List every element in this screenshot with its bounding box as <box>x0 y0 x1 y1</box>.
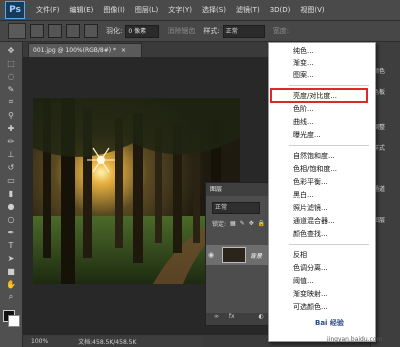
pen-tool-icon[interactable]: ✒ <box>4 227 18 237</box>
history-brush-icon[interactable]: ↺ <box>4 162 18 172</box>
menu-item-gradient[interactable]: 渐变... <box>269 57 375 69</box>
menu-item-color-lookup[interactable]: 颜色查找... <box>269 228 375 240</box>
move-tool-icon[interactable]: ✥ <box>4 45 18 55</box>
color-swatches[interactable] <box>0 308 22 330</box>
quick-select-tool-icon[interactable]: ✎ <box>4 84 18 94</box>
marquee-tool-icon[interactable]: ⬚ <box>4 58 18 68</box>
new-adjustment-layer-icon[interactable]: ◐ <box>259 313 264 320</box>
menu-3d[interactable]: 3D(D) <box>265 6 296 14</box>
link-layers-icon[interactable]: ∞ <box>214 313 219 320</box>
menu-item-vibrance[interactable]: 自然饱和度... <box>269 150 375 162</box>
healing-tool-icon[interactable]: ✚ <box>4 123 18 133</box>
blur-tool-icon[interactable]: ● <box>4 201 18 211</box>
menu-type[interactable]: 文字(Y) <box>163 5 197 15</box>
options-bar: 羽化: 0 像素 消除锯齿 样式: 正常 宽度: <box>0 21 400 42</box>
style-label: 样式: <box>203 27 220 35</box>
menu-item-channel-mixer[interactable]: 通道混合器... <box>269 215 375 227</box>
menu-item-color-balance[interactable]: 色彩平衡... <box>269 176 375 188</box>
lock-move-icon[interactable]: ✥ <box>249 220 254 227</box>
menu-item-hue-saturation[interactable]: 色相/饱和度... <box>269 163 375 175</box>
close-tab-icon[interactable]: × <box>121 47 126 54</box>
layer-name: 背景 <box>250 252 263 260</box>
crop-tool-icon[interactable]: ⌗ <box>4 97 18 107</box>
menu-separator <box>289 85 369 86</box>
menu-separator <box>289 244 369 245</box>
hand-tool-icon[interactable]: ✋ <box>4 279 18 289</box>
new-selection-icon[interactable] <box>30 24 44 38</box>
adjustment-layer-menu: 纯色... 渐变... 图案... 亮度/对比度... 色阶... 曲线... … <box>268 42 376 342</box>
intersect-selection-icon[interactable] <box>84 24 98 38</box>
status-bar: 100% 文档:458.5K/458.5K <box>23 336 203 347</box>
add-selection-icon[interactable] <box>48 24 62 38</box>
menu-item-pattern[interactable]: 图案... <box>269 69 375 81</box>
watermark-url: jingyan.baidu.com <box>327 336 383 343</box>
dodge-tool-icon[interactable]: ○ <box>4 214 18 224</box>
watermark-logo: Bai 经验 <box>315 319 344 327</box>
subtract-selection-icon[interactable] <box>66 24 80 38</box>
menu-item-solid-color[interactable]: 纯色... <box>269 45 375 57</box>
menu-image[interactable]: 图像(I) <box>98 5 130 15</box>
menu-item-photo-filter[interactable]: 照片滤镜... <box>269 202 375 214</box>
eye-icon[interactable]: ◉ <box>206 251 216 259</box>
lasso-tool-icon[interactable]: ◌ <box>4 71 18 81</box>
tool-preset-button[interactable] <box>8 23 26 39</box>
menu-item-posterize[interactable]: 色调分离... <box>269 262 375 274</box>
menu-item-levels[interactable]: 色阶... <box>269 103 375 115</box>
document-title: 001.jpg @ 100%(RGB/8#) * <box>33 47 117 54</box>
style-select[interactable]: 正常 <box>222 24 265 38</box>
lock-all-icon[interactable]: 🔒 <box>258 220 265 227</box>
photoshop-logo: Ps <box>5 1 25 19</box>
menu-select[interactable]: 选择(S) <box>197 5 231 15</box>
antialias-checkbox[interactable]: 消除锯齿 <box>167 26 195 36</box>
fx-icon[interactable]: fx <box>229 313 235 320</box>
menu-separator <box>289 145 369 146</box>
stamp-tool-icon[interactable]: ⊥ <box>4 149 18 159</box>
menu-item-curves[interactable]: 曲线... <box>269 116 375 128</box>
feather-label: 羽化: <box>106 27 123 35</box>
zoom-tool-icon[interactable]: ⌕ <box>4 292 18 302</box>
menu-filter[interactable]: 滤镜(T) <box>231 5 265 15</box>
shape-tool-icon[interactable]: ■ <box>4 266 18 276</box>
toolbox: ✥ ⬚ ◌ ✎ ⌗ ⚲ ✚ ✏ ⊥ ↺ ▭ ▮ ● ○ ✒ T ➤ ■ ✋ ⌕ <box>0 42 23 347</box>
eyedropper-tool-icon[interactable]: ⚲ <box>4 110 18 120</box>
eraser-tool-icon[interactable]: ▭ <box>4 175 18 185</box>
feather-input[interactable]: 0 像素 <box>125 24 160 38</box>
menu-item-invert[interactable]: 反相 <box>269 249 375 261</box>
gradient-tool-icon[interactable]: ▮ <box>4 188 18 198</box>
menu-bar: Ps 文件(F) 编辑(E) 图像(I) 图层(L) 文字(Y) 选择(S) 滤… <box>0 0 400 21</box>
menu-item-gradient-map[interactable]: 渐变映射... <box>269 288 375 300</box>
menu-edit[interactable]: 编辑(E) <box>65 5 99 15</box>
menu-item-selective-color[interactable]: 可选颜色... <box>269 301 375 313</box>
brush-tool-icon[interactable]: ✏ <box>4 136 18 146</box>
background-color-swatch[interactable] <box>8 315 20 327</box>
menu-file[interactable]: 文件(F) <box>31 5 65 15</box>
highlight-box <box>270 88 368 103</box>
path-select-tool-icon[interactable]: ➤ <box>4 253 18 263</box>
blend-mode-select[interactable]: 正常 <box>212 202 260 214</box>
lock-label: 锁定: <box>212 221 227 228</box>
type-tool-icon[interactable]: T <box>4 240 18 250</box>
menu-item-exposure[interactable]: 曝光度... <box>269 129 375 141</box>
menu-item-threshold[interactable]: 阈值... <box>269 275 375 287</box>
zoom-level[interactable]: 100% <box>31 338 48 345</box>
menu-item-black-white[interactable]: 黑白... <box>269 189 375 201</box>
layer-thumbnail <box>222 247 246 263</box>
menu-view[interactable]: 视图(V) <box>295 5 329 15</box>
document-tab[interactable]: 001.jpg @ 100%(RGB/8#) * × <box>28 43 142 57</box>
document-info[interactable]: 文档:458.5K/458.5K <box>78 337 136 346</box>
menu-layer[interactable]: 图层(L) <box>130 5 163 15</box>
lock-paint-icon[interactable]: ✎ <box>240 220 245 227</box>
lock-transparent-icon[interactable]: ▦ <box>230 220 236 227</box>
width-label: 宽度: <box>272 27 290 35</box>
